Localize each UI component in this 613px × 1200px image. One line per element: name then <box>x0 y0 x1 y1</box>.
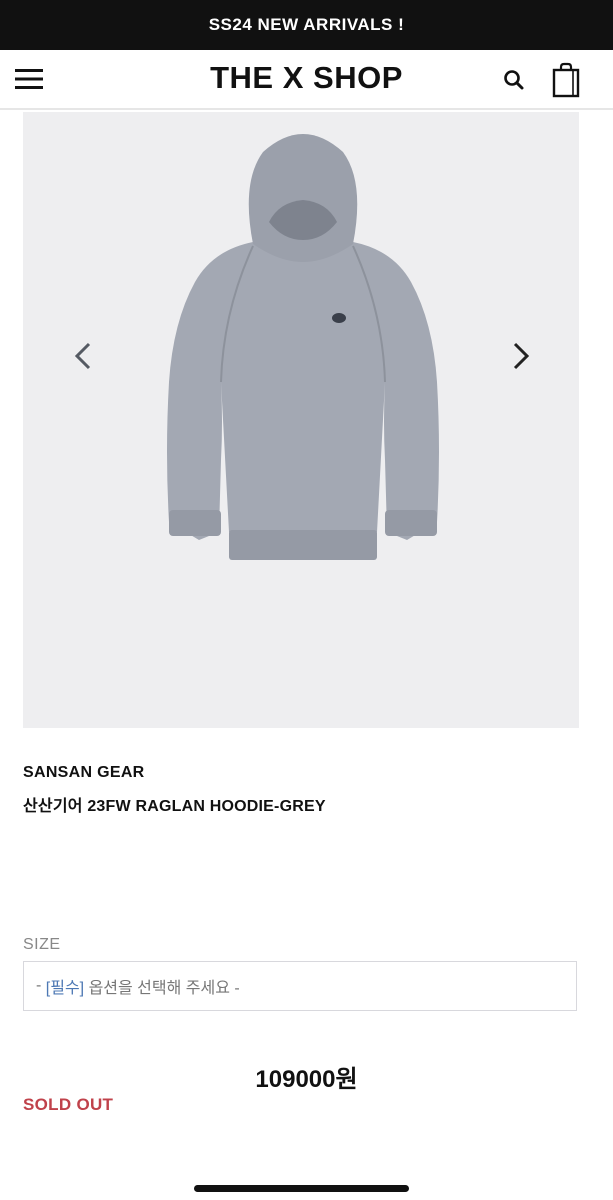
product-image-gallery[interactable] <box>23 112 579 728</box>
size-option-label: SIZE <box>23 936 61 953</box>
select-placeholder-text: 옵션을 선택해 주세요 - <box>84 980 240 997</box>
size-select-dropdown[interactable]: - [필수] 옵션을 선택해 주세요 - <box>23 961 577 1011</box>
product-page: SS24 NEW ARRIVALS ! THE X SHOP SANSAN GE… <box>0 0 613 1200</box>
select-placeholder-prefix: - <box>36 977 46 994</box>
hamburger-menu-icon <box>15 69 43 89</box>
gallery-prev-button[interactable] <box>65 336 101 376</box>
home-indicator[interactable] <box>194 1185 409 1192</box>
product-title: 산산기어 23FW RAGLAN HOODIE-GREY <box>23 798 326 815</box>
sold-out-status: SOLD OUT <box>23 1095 114 1114</box>
site-header: THE X SHOP <box>0 50 613 110</box>
search-button[interactable] <box>502 68 526 92</box>
menu-button[interactable] <box>14 66 46 92</box>
select-required-tag: [필수] <box>45 980 85 997</box>
gallery-next-button[interactable] <box>503 336 539 376</box>
promo-banner[interactable]: SS24 NEW ARRIVALS ! <box>0 0 613 50</box>
product-brand[interactable]: SANSAN GEAR <box>23 764 145 782</box>
search-icon <box>504 70 524 90</box>
cart-button[interactable] <box>550 62 582 98</box>
shopping-bag-icon <box>552 62 580 98</box>
chevron-left-icon <box>74 342 91 370</box>
hoodie-product-image <box>167 134 439 560</box>
promo-banner-text: SS24 NEW ARRIVALS ! <box>208 15 405 34</box>
chevron-right-icon <box>513 342 530 370</box>
product-price: 109000원 <box>255 1066 358 1093</box>
